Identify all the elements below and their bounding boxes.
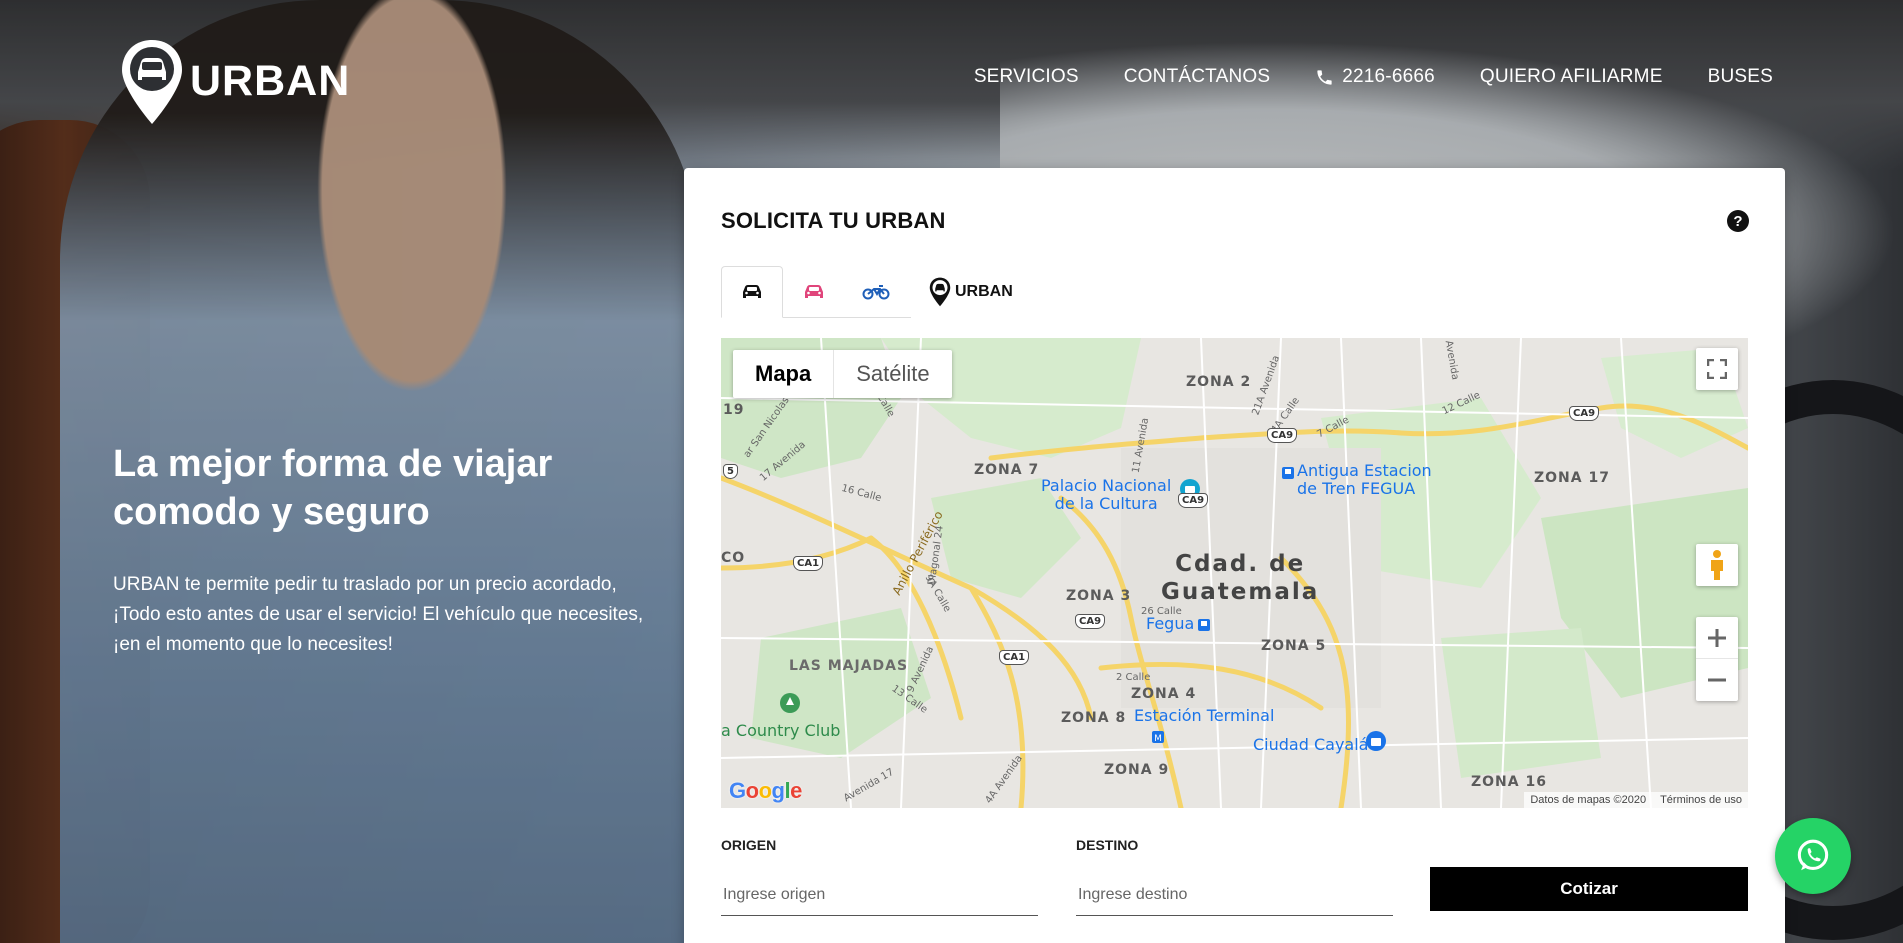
minus-icon: [1708, 678, 1726, 682]
cotizar-button[interactable]: Cotizar: [1430, 867, 1748, 911]
map-view[interactable]: ZONA 2 ZONA 7 ZONA 17 ZONA 3 ZONA 5 ZONA…: [721, 338, 1748, 808]
car-icon: [743, 285, 761, 298]
map-label-zona-5: ZONA 5: [1261, 638, 1327, 654]
brand-logo[interactable]: URBAN: [120, 38, 350, 124]
map-label-las-majadas: LAS MAJADAS: [789, 658, 909, 674]
tab-urban-brand[interactable]: URBAN: [929, 266, 1013, 318]
booking-title: SOLICITA TU URBAN: [721, 208, 946, 233]
park-pin-icon: [780, 693, 800, 713]
destination-input[interactable]: [1076, 874, 1393, 916]
tab-car-standard[interactable]: [721, 266, 783, 318]
map-label-zona-17: ZONA 17: [1534, 470, 1610, 486]
origin-input[interactable]: [721, 874, 1038, 916]
map-road-label: 26 Calle: [1141, 606, 1182, 617]
destination-label: DESTINO: [1076, 837, 1139, 853]
help-icon[interactable]: ?: [1727, 210, 1749, 232]
location-pin-icon: [120, 38, 184, 124]
nav-label: BUSES: [1707, 66, 1773, 87]
svg-text:M: M: [1154, 734, 1162, 744]
brand-name: URBAN: [190, 56, 351, 105]
nav-contactanos[interactable]: CONTÁCTANOS: [1124, 66, 1270, 88]
nav-quiero-afiliarme[interactable]: QUIERO AFILIARME: [1480, 66, 1663, 88]
main-nav: SERVICIOS CONTÁCTANOS 2216-6666 QUIERO A…: [974, 66, 1773, 88]
hero-title: La mejor forma de viajar comodo y seguro: [113, 443, 553, 533]
map-label-city: Cdad. de Guatemala: [1161, 551, 1320, 605]
nav-phone[interactable]: 2216-6666: [1315, 66, 1435, 88]
map-label-co: CO: [721, 550, 746, 566]
train-icon: [1198, 619, 1210, 631]
nav-label: QUIERO AFILIARME: [1479, 66, 1663, 87]
whatsapp-button[interactable]: [1775, 818, 1851, 894]
nav-label: CONTÁCTANOS: [1123, 66, 1271, 87]
map-poi-estacion-terminal[interactable]: Estación Terminal: [1134, 707, 1274, 725]
highway-shield: CA9: [1075, 614, 1106, 629]
map-poi-antigua-estacion[interactable]: Antigua Estacion de Tren FEGUA: [1297, 462, 1432, 498]
nav-buses[interactable]: BUSES: [1708, 66, 1773, 88]
metro-icon: M: [1152, 731, 1164, 744]
map-label-zona-16: ZONA 16: [1471, 774, 1547, 790]
motorcycle-icon: [862, 285, 890, 300]
nav-label: SERVICIOS: [973, 66, 1079, 87]
map-type-map-button[interactable]: Mapa: [733, 350, 835, 398]
map-type-toggle: Mapa Satélite: [733, 350, 952, 398]
pegman-icon: [1711, 550, 1723, 580]
nav-label: 2216-6666: [1342, 66, 1435, 87]
location-pin-icon: [929, 277, 951, 307]
google-logo[interactable]: Google: [729, 778, 802, 804]
map-label-zona-19: 19: [723, 402, 745, 418]
map-type-satellite-button[interactable]: Satélite: [834, 350, 951, 398]
map-terms-link[interactable]: Términos de uso: [1660, 794, 1742, 806]
booking-card: SOLICITA TU URBAN ? URBAN ZONA 2 ZONA 7 …: [684, 168, 1785, 943]
tab-car-pink[interactable]: [783, 266, 845, 318]
map-poi-ciudad-cayala[interactable]: Ciudad Cayalá: [1253, 736, 1368, 754]
map-label-zona-8: ZONA 8: [1061, 710, 1127, 726]
origin-label: ORIGEN: [721, 837, 777, 853]
zoom-control: [1696, 617, 1738, 701]
zoom-in-button[interactable]: [1696, 617, 1738, 659]
hero-description: URBAN te permite pedir tu traslado por u…: [113, 574, 644, 655]
map-attribution: Datos de mapas ©2020 Términos de uso: [1524, 792, 1748, 808]
whatsapp-icon: [1797, 839, 1829, 871]
street-view-button[interactable]: [1696, 544, 1738, 586]
shopping-pin-icon: [1366, 731, 1386, 751]
tab-motorcycle[interactable]: [845, 266, 907, 318]
highway-shield: 5: [723, 464, 738, 479]
map-label-zona-3: ZONA 3: [1066, 588, 1132, 604]
phone-icon: [1317, 69, 1332, 85]
highway-shield: CA9: [1178, 493, 1209, 508]
zoom-out-button[interactable]: [1696, 659, 1738, 701]
highway-shield: CA9: [1267, 428, 1298, 443]
tab-brand-label: URBAN: [955, 283, 1013, 300]
car-icon: [805, 285, 823, 298]
map-data-credit: Datos de mapas ©2020: [1530, 794, 1647, 806]
map-label-zona-9: ZONA 9: [1104, 762, 1170, 778]
highway-shield: CA9: [1569, 406, 1600, 421]
highway-shield: CA1: [999, 650, 1030, 665]
highway-shield: CA1: [793, 556, 824, 571]
map-label-zona-7: ZONA 7: [974, 462, 1040, 478]
vehicle-tabs: URBAN: [721, 266, 1013, 318]
map-road-label: 2 Calle: [1116, 672, 1151, 683]
fullscreen-icon: [1707, 359, 1727, 379]
map-poi-palacio[interactable]: Palacio Nacional de la Cultura: [1041, 477, 1171, 513]
map-label-zona-2: ZONA 2: [1186, 374, 1252, 390]
plus-icon: [1708, 628, 1726, 647]
nav-servicios[interactable]: SERVICIOS: [974, 66, 1079, 88]
map-poi-fegua[interactable]: Fegua: [1146, 615, 1194, 633]
map-label-zona-4: ZONA 4: [1131, 686, 1197, 702]
train-icon: [1282, 467, 1294, 479]
map-poi-country-club[interactable]: a Country Club: [721, 721, 840, 740]
fullscreen-button[interactable]: [1696, 348, 1738, 390]
